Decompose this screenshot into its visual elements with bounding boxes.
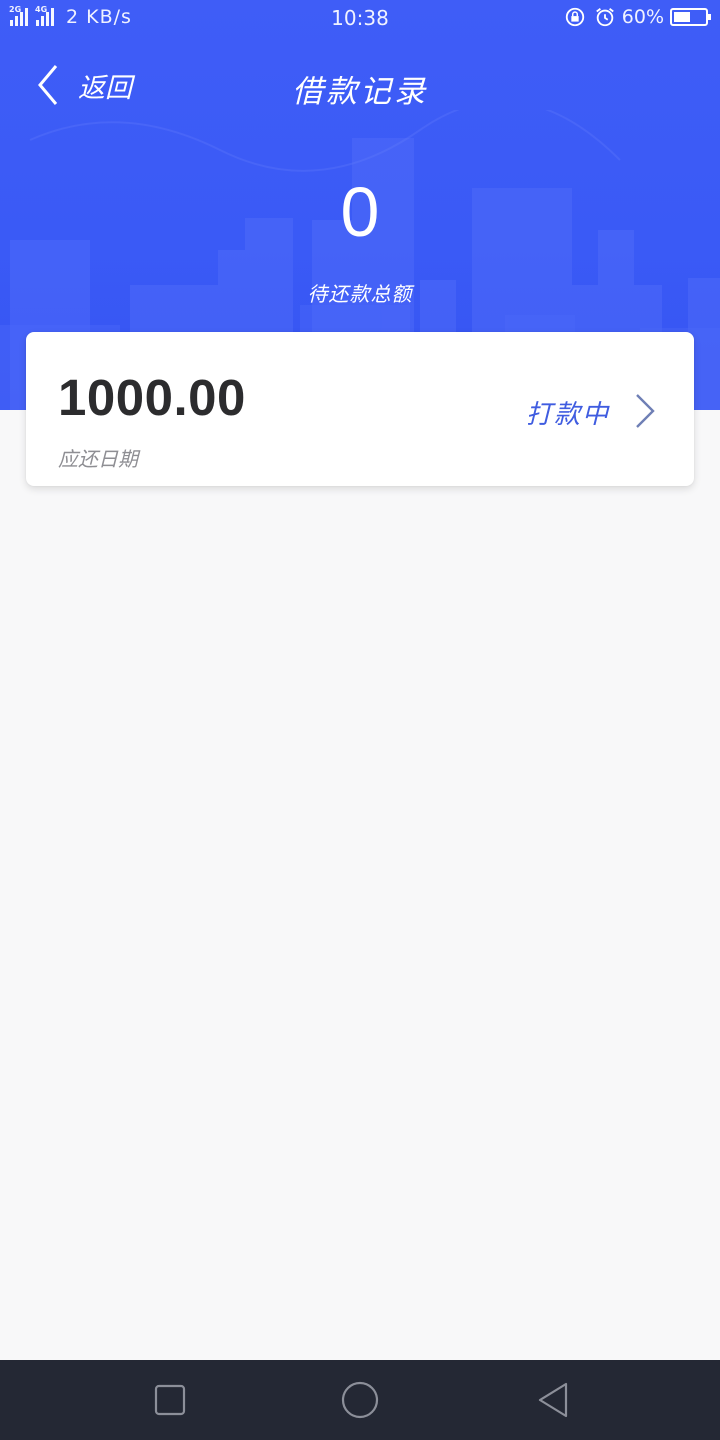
- outstanding-total-amount: 0: [340, 173, 380, 251]
- battery-percentage: 60%: [621, 6, 664, 28]
- chevron-right-icon: [636, 394, 655, 428]
- loan-amount: 1000.00: [58, 369, 246, 426]
- loan-record-card[interactable]: 1000.00 应还日期 打款中: [26, 332, 694, 486]
- system-navigation-bar: [0, 1360, 720, 1440]
- status-bar: 2G 4G 2 KB/s 10:38 60%: [0, 0, 720, 38]
- back-nav-button[interactable]: [534, 1380, 574, 1420]
- battery-icon: [670, 8, 711, 26]
- rotation-lock-icon: [565, 7, 584, 27]
- page-title: 借款记录: [292, 74, 428, 110]
- navigation-bar: 返回 借款记录: [0, 50, 720, 120]
- loan-status: 打款中: [525, 400, 610, 430]
- home-button[interactable]: [340, 1380, 380, 1420]
- due-date-label: 应还日期: [58, 447, 138, 471]
- alarm-icon: [595, 8, 614, 27]
- outstanding-total-label: 待还款总额: [307, 282, 413, 306]
- recent-apps-button[interactable]: [150, 1380, 190, 1420]
